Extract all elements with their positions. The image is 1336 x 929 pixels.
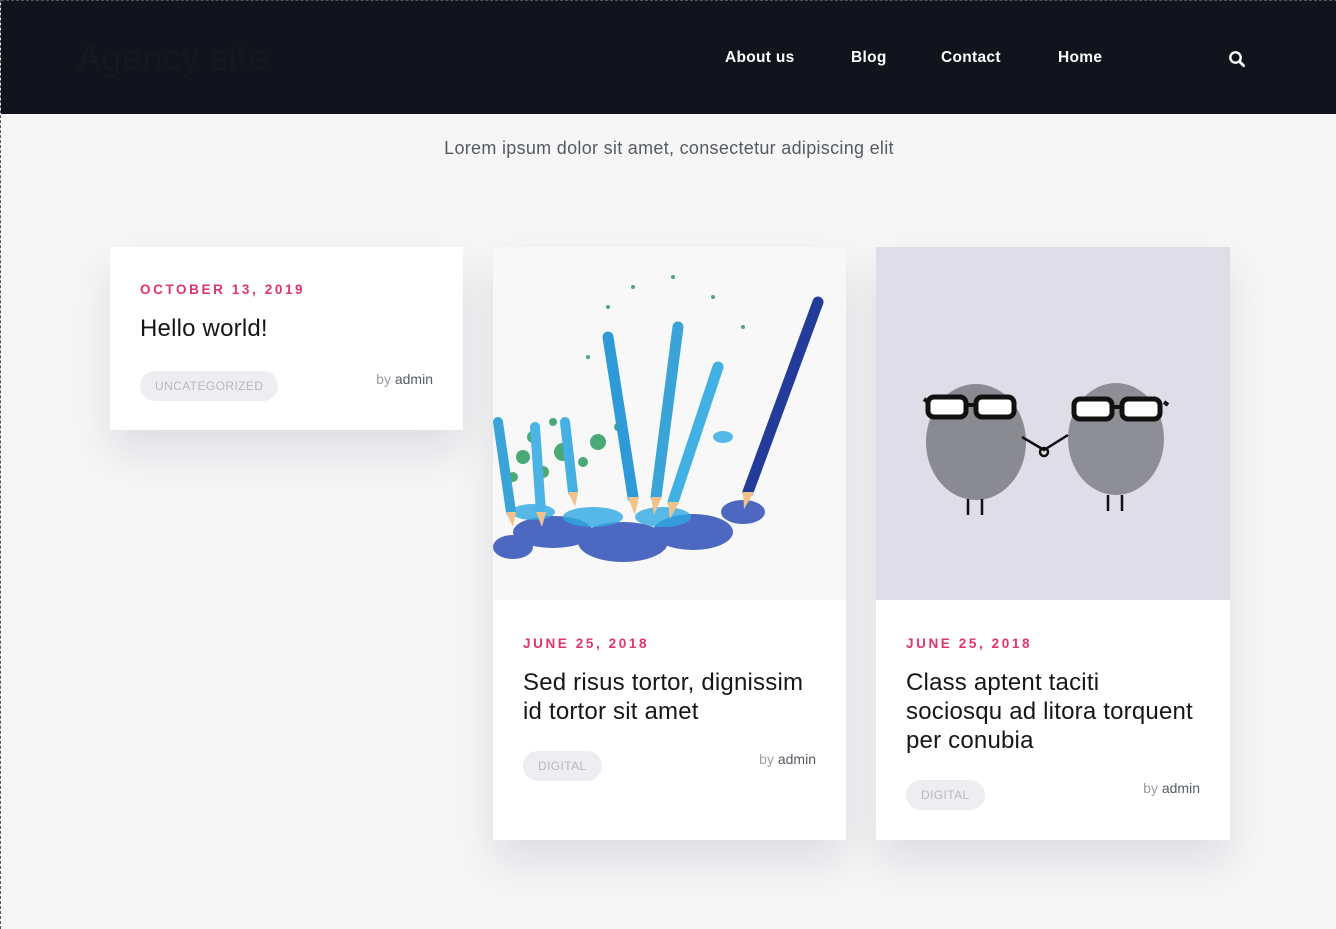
author-link[interactable]: admin <box>1162 780 1200 796</box>
post-meta: DIGITAL by admin <box>523 751 816 781</box>
colored-pencils-image <box>493 247 846 600</box>
post-card-body: OCTOBER 13, 2019 Hello world! UNCATEGORI… <box>140 282 433 401</box>
post-byline: by admin <box>1143 780 1200 796</box>
byline-prefix: by <box>759 751 774 767</box>
site-logo[interactable]: Agency site <box>77 37 269 79</box>
stones-with-glasses-image <box>876 247 1230 600</box>
post-date: JUNE 25, 2018 <box>906 636 1033 651</box>
post-thumbnail-pencils[interactable] <box>493 247 846 600</box>
nav-item-blog[interactable]: Blog <box>851 49 887 67</box>
site-header: Agency site About us Blog Contact Home <box>1 0 1336 114</box>
byline-prefix: by <box>1143 780 1158 796</box>
post-meta: UNCATEGORIZED by admin <box>140 371 433 401</box>
nav-item-about-us[interactable]: About us <box>725 49 795 67</box>
post-byline: by admin <box>759 751 816 767</box>
category-tag[interactable]: DIGITAL <box>523 751 602 781</box>
category-tag[interactable]: UNCATEGORIZED <box>140 371 279 401</box>
search-icon[interactable] <box>1227 49 1247 69</box>
post-card-body: JUNE 25, 2018 Class aptent taciti socios… <box>906 636 1200 810</box>
nav-item-home[interactable]: Home <box>1058 49 1102 67</box>
author-link[interactable]: admin <box>778 751 816 767</box>
post-title[interactable]: Class aptent taciti sociosqu ad litora t… <box>906 668 1200 755</box>
site-tagline: Lorem ipsum dolor sit amet, consectetur … <box>444 138 894 158</box>
category-tag[interactable]: DIGITAL <box>906 780 985 810</box>
post-byline: by admin <box>376 371 433 387</box>
nav-item-contact[interactable]: Contact <box>941 49 1001 67</box>
post-card[interactable]: OCTOBER 13, 2019 Hello world! UNCATEGORI… <box>110 247 463 430</box>
post-title[interactable]: Sed risus tortor, dignissim id tortor si… <box>523 668 816 726</box>
author-link[interactable]: admin <box>395 371 433 387</box>
post-thumbnail-stones[interactable] <box>876 247 1230 600</box>
post-card[interactable]: JUNE 25, 2018 Sed risus tortor, dignissi… <box>493 247 846 840</box>
post-meta: DIGITAL by admin <box>906 780 1200 810</box>
post-card[interactable]: JUNE 25, 2018 Class aptent taciti socios… <box>876 247 1230 840</box>
post-title[interactable]: Hello world! <box>140 314 433 343</box>
post-card-body: JUNE 25, 2018 Sed risus tortor, dignissi… <box>523 636 816 781</box>
post-date: JUNE 25, 2018 <box>523 636 650 651</box>
post-date: OCTOBER 13, 2019 <box>140 282 306 297</box>
byline-prefix: by <box>376 371 391 387</box>
